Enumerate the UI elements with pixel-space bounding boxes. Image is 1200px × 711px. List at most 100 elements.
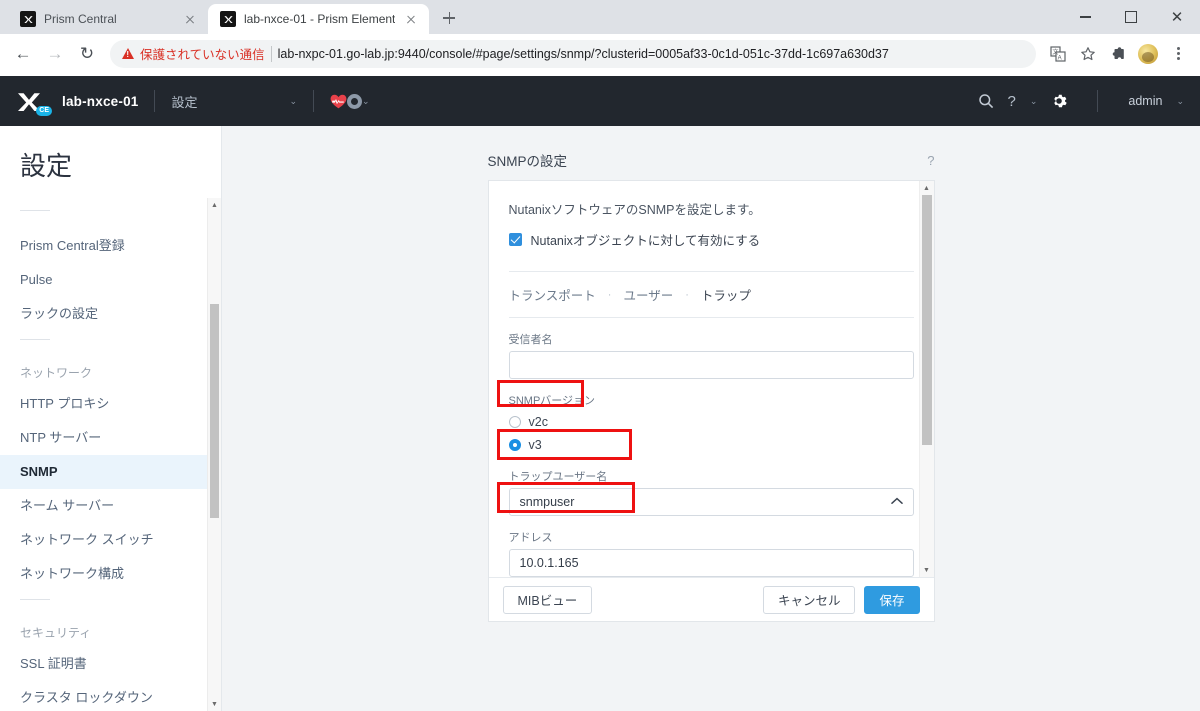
svg-text:文: 文 [1052, 48, 1058, 56]
back-button[interactable]: ← [8, 39, 38, 69]
radio-v3[interactable] [508, 439, 521, 451]
minimize-button[interactable] [1062, 0, 1108, 34]
radio-option-v3[interactable]: v3 [508, 435, 914, 455]
address-label: アドレス [508, 532, 553, 544]
chrome-menu-icon[interactable] [1164, 40, 1192, 68]
nutanix-logo-icon[interactable]: CE [16, 88, 52, 116]
sidebar-item-clipped[interactable] [0, 221, 221, 229]
panel-body: NutanixソフトウェアのSNMPを設定します。 Nutanixオブジェクトに… [489, 181, 934, 578]
header-section-label[interactable]: 設定 [171, 92, 197, 111]
radio-option-v2c[interactable]: v2c [508, 412, 914, 432]
header-divider [154, 90, 156, 112]
receiver-name-input[interactable] [508, 351, 914, 379]
browser-tab-prism-central[interactable]: Prism Central [8, 4, 208, 34]
footer-actions: キャンセル 保存 [762, 585, 920, 614]
help-icon[interactable]: ? [1008, 93, 1016, 110]
heart-health-icon[interactable] [330, 94, 347, 109]
enable-snmp-checkbox[interactable] [508, 233, 522, 246]
sidebar-item-snmp[interactable]: SNMP [0, 455, 221, 489]
chevron-up-icon[interactable] [890, 497, 903, 508]
chevron-down-icon[interactable]: ⌄ [1176, 96, 1184, 107]
search-icon[interactable] [978, 93, 994, 109]
field-snmp-version: SNMPバージョン v2c v3 [508, 379, 914, 455]
chevron-down-icon[interactable]: ⌄ [1030, 96, 1038, 107]
sidebar-scroll-track[interactable] [210, 212, 219, 697]
url-text: lab-nxpc-01.go-lab.jp:9440/console/#page… [277, 46, 889, 61]
avatar-image [1138, 43, 1158, 64]
sidebar-group-network: ネットワーク [20, 366, 93, 380]
scroll-down-arrow-icon[interactable]: ▼ [920, 563, 934, 577]
sidebar-scroll-area[interactable]: Prism Central登録 Pulse ラックの設定 ネットワーク HTTP… [0, 202, 221, 711]
sidebar-scroll-thumb[interactable] [210, 304, 219, 518]
panel-scroll-track[interactable] [921, 195, 932, 563]
sidebar-divider [20, 339, 50, 340]
sidebar-divider [20, 599, 50, 600]
receiver-name-label: 受信者名 [508, 334, 553, 346]
maximize-button[interactable] [1108, 0, 1154, 34]
bookmark-star-icon[interactable] [1074, 40, 1102, 68]
tab-transport[interactable]: トランスポート [509, 285, 596, 304]
gear-icon[interactable] [1051, 93, 1068, 109]
app-header: CE lab-nxce-01 設定 ⌄ ⌄ ? ⌄ admin ⌄ [0, 76, 1200, 126]
address-bar[interactable]: 保護されていない通信 lab-nxpc-01.go-lab.jp:9440/co… [110, 39, 1036, 68]
tab-traps[interactable]: トラップ [701, 285, 751, 304]
cancel-button[interactable]: キャンセル [762, 585, 856, 614]
sidebar-scrollbar[interactable]: ▲ ▼ [207, 198, 221, 711]
sidebar-item-network-switch[interactable]: ネットワーク スイッチ [0, 523, 221, 557]
sidebar-item-http-proxy[interactable]: HTTP プロキシ [0, 387, 221, 421]
help-icon[interactable]: ? [927, 153, 934, 168]
sidebar-item-prism-central-registration[interactable]: Prism Central登録 [0, 229, 221, 263]
intro-text: NutanixソフトウェアのSNMPを設定します。 [508, 203, 761, 217]
scroll-up-arrow-icon[interactable]: ▲ [920, 181, 934, 195]
sidebar-items: Prism Central登録 Pulse ラックの設定 ネットワーク HTTP… [0, 210, 221, 711]
nutanix-favicon-icon [220, 11, 236, 27]
trap-username-select[interactable]: snmpuser [508, 488, 914, 516]
sidebar-item-pulse[interactable]: Pulse [0, 263, 221, 297]
sidebar-item-network-configuration[interactable]: ネットワーク構成 [0, 557, 221, 591]
panel-footer: MIBビュー キャンセル 保存 [488, 577, 934, 621]
enable-snmp-label: Nutanixオブジェクトに対して有効にする [530, 234, 761, 248]
snmp-version-label: SNMPバージョン [508, 395, 596, 407]
extensions-puzzle-icon[interactable] [1104, 40, 1132, 68]
new-tab-button[interactable] [435, 4, 463, 32]
browser-tab-prism-element[interactable]: lab-nxce-01 - Prism Element [208, 4, 430, 34]
save-button[interactable]: 保存 [864, 585, 920, 614]
sidebar-divider [20, 210, 50, 211]
header-right-group: ? ⌄ admin ⌄ [978, 90, 1184, 112]
header-divider [1097, 90, 1099, 112]
sidebar-item-name-server[interactable]: ネーム サーバー [0, 489, 221, 523]
sidebar-item-ssl-certificate[interactable]: SSL 証明書 [0, 647, 221, 681]
profile-avatar[interactable] [1134, 40, 1162, 68]
scroll-down-arrow-icon[interactable]: ▼ [208, 697, 221, 711]
forward-button[interactable]: → [40, 39, 70, 69]
close-window-button[interactable]: ✕ [1154, 0, 1200, 34]
tab-title: Prism Central [44, 12, 117, 26]
trap-username-label: トラップユーザー名 [508, 471, 608, 483]
mib-view-button[interactable]: MIBビュー [502, 585, 593, 614]
sidebar-item-rack-configuration[interactable]: ラックの設定 [0, 297, 221, 331]
radio-v2c[interactable] [508, 416, 521, 428]
translate-icon[interactable]: A文 [1044, 40, 1072, 68]
sidebar-item-cluster-lockdown[interactable]: クラスタ ロックダウン [0, 681, 221, 711]
tab-close-icon[interactable] [403, 11, 419, 27]
enable-snmp-checkbox-row[interactable]: Nutanixオブジェクトに対して有効にする [508, 230, 914, 249]
panel-form: NutanixソフトウェアのSNMPを設定します。 Nutanixオブジェクトに… [489, 181, 934, 577]
not-secure-label: 保護されていない通信 [140, 48, 265, 62]
radio-v2c-label: v2c [528, 415, 548, 429]
tab-close-icon[interactable] [182, 11, 198, 27]
nutanix-favicon-icon [20, 11, 36, 27]
reload-button[interactable]: ↻ [72, 39, 102, 69]
address-input[interactable] [508, 549, 914, 577]
tab-users[interactable]: ユーザー [623, 285, 673, 304]
circle-status-icon[interactable] [347, 93, 363, 109]
chevron-down-icon[interactable]: ⌄ [290, 96, 298, 107]
scroll-up-arrow-icon[interactable]: ▲ [208, 198, 221, 212]
main-content: SNMPの設定 ? NutanixソフトウェアのSNMPを設定します。 Nuta… [222, 126, 1200, 711]
sidebar-item-ntp-server[interactable]: NTP サーバー [0, 421, 221, 455]
chevron-down-icon[interactable]: ⌄ [362, 96, 370, 107]
sidebar-group-security: セキュリティ [20, 626, 92, 640]
field-address: アドレス [508, 516, 914, 577]
panel-scroll-thumb[interactable] [921, 195, 932, 445]
user-menu-label[interactable]: admin [1128, 94, 1162, 108]
panel-scrollbar[interactable]: ▲ ▼ [918, 181, 934, 578]
